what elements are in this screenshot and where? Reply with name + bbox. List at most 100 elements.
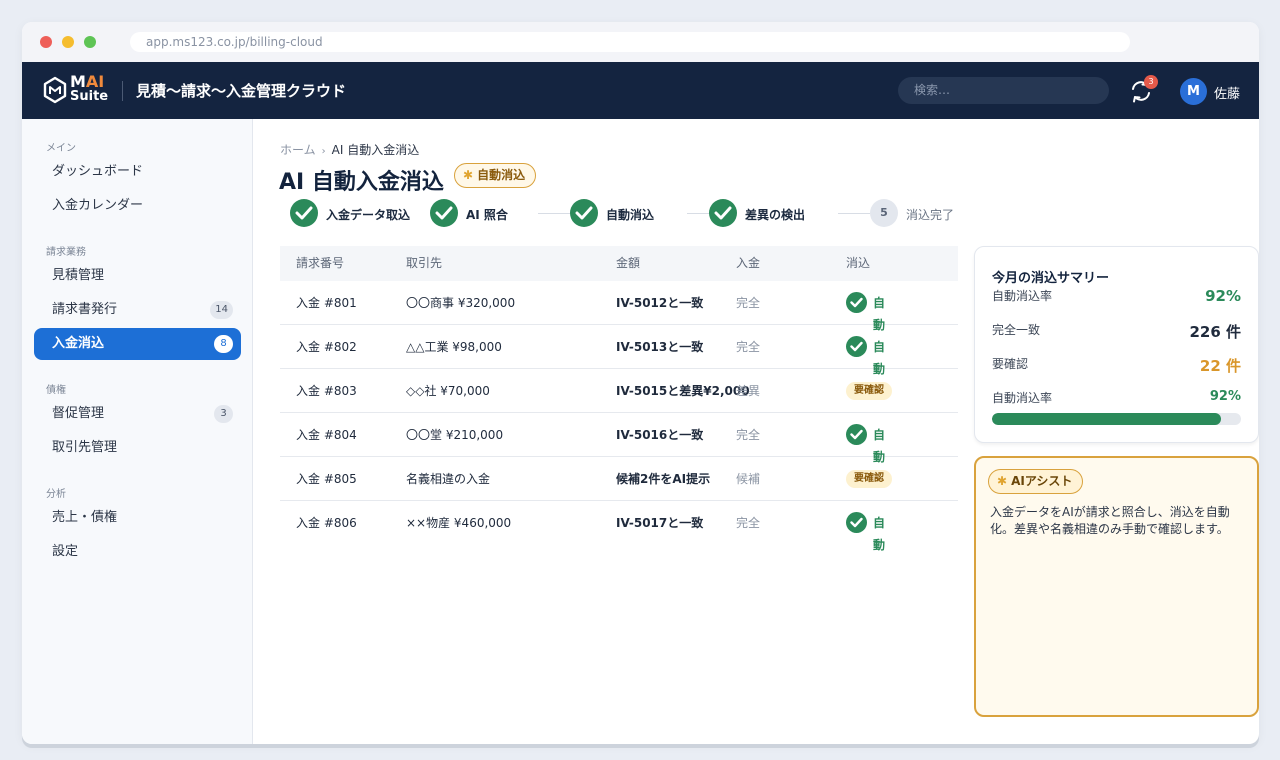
maximize-window-button[interactable] bbox=[84, 36, 96, 48]
match-result: IV-5017と一致 bbox=[616, 516, 704, 530]
minimize-window-button[interactable] bbox=[62, 36, 74, 48]
summary-label-auto-rate: 自動消込率 bbox=[992, 289, 1053, 303]
reconciliation-table: 請求番号 取引先 金額 入金 消込 入金 #801 〇〇商事 ¥320,000 … bbox=[280, 246, 958, 552]
sidebar-item-label: 見積管理 bbox=[52, 268, 105, 283]
payment-status: 完全 bbox=[736, 516, 761, 530]
sidebar: メイン ダッシュボード 入金カレンダー 請求業務 見積管理 請求書発行 14 入金… bbox=[22, 119, 253, 744]
partner-amount: 〇〇商事 ¥320,000 bbox=[406, 296, 516, 310]
ai-assist-card: ✱ AIアシスト 入金データをAIが請求と照合し、消込を自動化。差異や名義相違のみ… bbox=[974, 456, 1259, 717]
sidebar-item-label: 入金カレンダー bbox=[52, 198, 144, 213]
breadcrumb-current: AI 自動入金消込 bbox=[331, 143, 420, 157]
column-header[interactable]: 請求番号 bbox=[296, 246, 344, 281]
payment-status: 完全 bbox=[736, 340, 761, 354]
logo-suite: Suite bbox=[70, 89, 109, 104]
check-icon bbox=[430, 199, 458, 227]
page-title: AI 自動入金消込 bbox=[279, 170, 444, 195]
table-row[interactable]: 入金 #803 ◇◇社 ¥70,000 IV-5015と差異¥2,000 差異 … bbox=[280, 369, 958, 413]
table-row[interactable]: 入金 #806 ××物産 ¥460,000 IV-5017と一致 完全 自動 bbox=[280, 501, 958, 552]
address-bar[interactable]: app.ms123.co.jp/billing-cloud bbox=[130, 32, 1130, 52]
sparkle-icon: ✱ bbox=[463, 168, 474, 182]
table-row[interactable]: 入金 #801 〇〇商事 ¥320,000 IV-5012と一致 完全 自動 bbox=[280, 281, 958, 332]
assist-message: 入金データをAIが請求と照合し、消込を自動化。差異や名義相違のみ手動で確認します… bbox=[990, 505, 1230, 536]
partner-amount: 名義相違の入金 bbox=[406, 472, 491, 486]
app-title: 見積〜請求〜入金管理クラウド bbox=[136, 82, 347, 100]
payment-id: 入金 #804 bbox=[296, 428, 357, 442]
review-status-chip[interactable]: 要確認 bbox=[846, 470, 892, 488]
breadcrumb: ホーム › AI 自動入金消込 bbox=[280, 141, 419, 158]
assist-badge-label: AIアシスト bbox=[1011, 474, 1073, 488]
auto-reconcile-badge: ✱ 自動消込 bbox=[454, 163, 537, 188]
payment-status: 候補 bbox=[736, 472, 761, 486]
user-name[interactable]: 佐藤 bbox=[1214, 83, 1240, 102]
summary-title: 今月の消込サマリー bbox=[992, 271, 1110, 286]
summary-value-needs-review: 22 件 bbox=[1199, 357, 1241, 375]
sparkle-icon: ✱ bbox=[997, 474, 1008, 488]
sidebar-item-sales-receivables[interactable]: 売上・債権 bbox=[34, 502, 241, 534]
badge-label: 自動消込 bbox=[477, 168, 526, 182]
logo-hex-icon bbox=[43, 76, 67, 104]
sidebar-item-dunning[interactable]: 督促管理 3 bbox=[34, 398, 241, 430]
partner-amount: ◇◇社 ¥70,000 bbox=[406, 384, 490, 398]
column-header[interactable]: 金額 bbox=[616, 246, 640, 281]
sidebar-item-settings[interactable]: 設定 bbox=[34, 536, 241, 568]
logo[interactable]: MAI Suite bbox=[42, 74, 109, 108]
payment-id: 入金 #801 bbox=[296, 296, 357, 310]
check-icon bbox=[290, 199, 318, 227]
status-label: 自動 bbox=[873, 516, 886, 552]
step-label: 自動消込 bbox=[606, 208, 655, 222]
sidebar-section-analytics: 分析 bbox=[46, 489, 66, 500]
column-header[interactable]: 入金 bbox=[736, 246, 760, 281]
partner-amount: ××物産 ¥460,000 bbox=[406, 516, 512, 530]
match-result: IV-5016と一致 bbox=[616, 428, 704, 442]
check-icon bbox=[570, 199, 598, 227]
sidebar-item-payment-reconciliation[interactable]: 入金消込 8 bbox=[34, 328, 241, 360]
match-result: IV-5012と一致 bbox=[616, 296, 704, 310]
check-icon bbox=[846, 424, 867, 445]
check-icon bbox=[709, 199, 737, 227]
close-window-button[interactable] bbox=[40, 36, 52, 48]
payment-id: 入金 #802 bbox=[296, 340, 357, 354]
step-label: 入金データ取込 bbox=[326, 208, 411, 222]
progress-label: 自動消込率 bbox=[992, 391, 1053, 405]
payment-status: 差異 bbox=[736, 384, 761, 398]
top-navigation-bar: MAI Suite 見積〜請求〜入金管理クラウド 3 M 佐藤 bbox=[22, 62, 1259, 119]
sidebar-item-label: 設定 bbox=[52, 544, 79, 559]
step-label: 差異の検出 bbox=[745, 208, 806, 222]
avatar[interactable]: M bbox=[1180, 78, 1207, 105]
notification-badge: 3 bbox=[1144, 75, 1158, 89]
check-icon bbox=[846, 512, 867, 533]
summary-label-exact-match: 完全一致 bbox=[992, 323, 1041, 337]
sidebar-item-invoice-issue[interactable]: 請求書発行 14 bbox=[34, 294, 241, 326]
progress-fill bbox=[992, 413, 1222, 425]
sidebar-item-payment-calendar[interactable]: 入金カレンダー bbox=[34, 190, 241, 222]
partner-amount: △△工業 ¥98,000 bbox=[406, 340, 502, 354]
review-status-chip[interactable]: 要確認 bbox=[846, 382, 892, 400]
step-label: AI 照合 bbox=[466, 208, 508, 222]
process-stepper: 入金データ取込 AI 照合 自動消込 差異の検出 5 消込完了 bbox=[290, 199, 970, 229]
table-header: 請求番号 取引先 金額 入金 消込 bbox=[280, 246, 958, 281]
payment-status: 完全 bbox=[736, 296, 761, 310]
column-header[interactable]: 取引先 bbox=[406, 246, 442, 281]
summary-value-auto-rate: 92% bbox=[1205, 287, 1241, 305]
sidebar-item-label: 入金消込 bbox=[52, 336, 105, 351]
payment-id: 入金 #806 bbox=[296, 516, 357, 530]
sidebar-item-label: 売上・債権 bbox=[52, 510, 118, 525]
table-row[interactable]: 入金 #802 △△工業 ¥98,000 IV-5013と一致 完全 自動 bbox=[280, 325, 958, 376]
table-row[interactable]: 入金 #805 名義相違の入金 候補2件をAI提示 候補 要確認 bbox=[280, 457, 958, 501]
match-result: 候補2件をAI提示 bbox=[616, 472, 711, 486]
monthly-summary-card: 今月の消込サマリー 自動消込率 92% 完全一致 226 件 要確認 22 件 … bbox=[974, 246, 1259, 443]
sidebar-section-billing: 請求業務 bbox=[46, 247, 86, 258]
progress-value: 92% bbox=[1209, 389, 1241, 404]
header-divider bbox=[122, 81, 123, 101]
count-badge: 3 bbox=[214, 405, 233, 423]
check-icon bbox=[846, 292, 867, 313]
sidebar-item-estimates[interactable]: 見積管理 bbox=[34, 260, 241, 292]
payment-status: 完全 bbox=[736, 428, 761, 442]
breadcrumb-home[interactable]: ホーム bbox=[280, 143, 316, 157]
column-header[interactable]: 消込 bbox=[846, 246, 870, 281]
search-input[interactable] bbox=[898, 77, 1109, 104]
table-row[interactable]: 入金 #804 〇〇堂 ¥210,000 IV-5016と一致 完全 自動 bbox=[280, 413, 958, 464]
sidebar-item-partners[interactable]: 取引先管理 bbox=[34, 432, 241, 464]
match-result: IV-5013と一致 bbox=[616, 340, 704, 354]
sidebar-item-dashboard[interactable]: ダッシュボード bbox=[34, 156, 241, 188]
